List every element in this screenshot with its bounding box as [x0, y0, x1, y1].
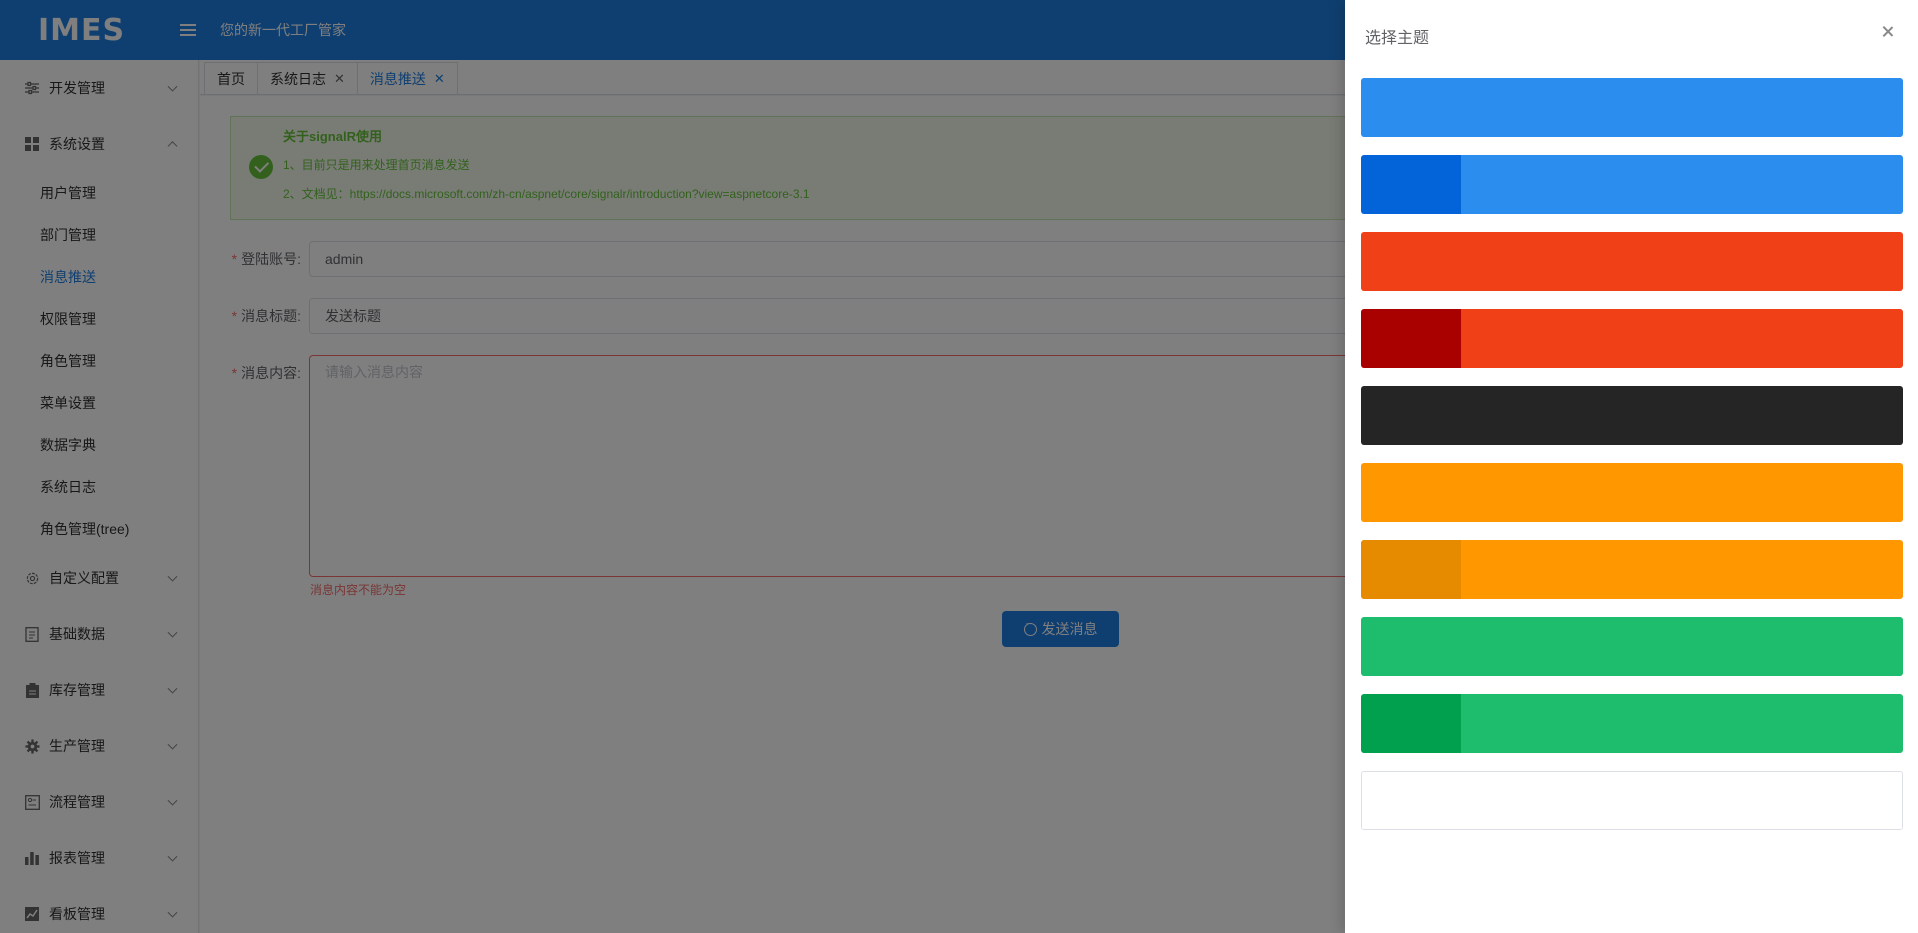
swatch-accent — [1361, 155, 1461, 214]
theme-swatch[interactable] — [1361, 386, 1903, 445]
swatch-main — [1461, 617, 1903, 676]
swatch-main — [1461, 540, 1903, 599]
close-icon[interactable] — [1880, 24, 1896, 40]
theme-swatch[interactable] — [1361, 78, 1903, 137]
swatch-accent — [1361, 617, 1461, 676]
theme-swatch[interactable] — [1361, 232, 1903, 291]
swatch-accent — [1362, 772, 1462, 829]
swatch-main — [1461, 463, 1903, 522]
theme-swatch[interactable] — [1361, 540, 1903, 599]
swatch-accent — [1361, 78, 1461, 137]
theme-swatch[interactable] — [1361, 617, 1903, 676]
swatch-main — [1461, 386, 1903, 445]
swatch-main — [1462, 772, 1902, 829]
swatch-accent — [1361, 540, 1461, 599]
theme-swatch[interactable] — [1361, 771, 1903, 830]
swatch-main — [1461, 694, 1903, 753]
theme-swatch[interactable] — [1361, 463, 1903, 522]
swatch-accent — [1361, 694, 1461, 753]
swatch-main — [1461, 309, 1903, 368]
swatch-accent — [1361, 386, 1461, 445]
swatch-main — [1461, 232, 1903, 291]
swatch-main — [1461, 155, 1903, 214]
theme-drawer: 选择主题 — [1345, 0, 1918, 933]
drawer-title: 选择主题 — [1365, 30, 1430, 47]
theme-swatch[interactable] — [1361, 309, 1903, 368]
swatch-main — [1461, 78, 1903, 137]
swatch-accent — [1361, 309, 1461, 368]
theme-swatch[interactable] — [1361, 694, 1903, 753]
swatch-accent — [1361, 232, 1461, 291]
swatch-accent — [1361, 463, 1461, 522]
theme-swatch[interactable] — [1361, 155, 1903, 214]
